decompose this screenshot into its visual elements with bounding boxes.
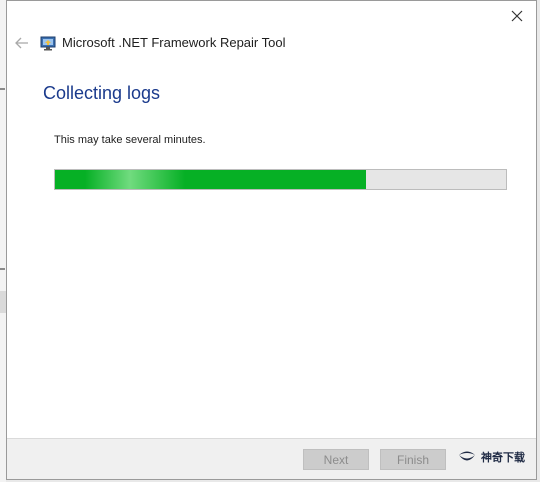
background-mark	[0, 268, 5, 270]
watermark: 神奇下载	[456, 446, 525, 468]
status-text: This may take several minutes.	[54, 134, 206, 146]
repair-tool-window: Microsoft .NET Framework Repair Tool Col…	[6, 0, 537, 480]
close-icon	[511, 10, 523, 22]
progress-bar	[54, 169, 507, 190]
back-button[interactable]	[12, 33, 32, 53]
watermark-text: 神奇下载	[481, 451, 525, 464]
window-title: Microsoft .NET Framework Repair Tool	[62, 35, 286, 50]
net-repair-tool-icon	[40, 36, 56, 51]
close-button[interactable]	[506, 5, 528, 27]
background-mark	[0, 88, 5, 90]
progress-shine	[85, 170, 185, 189]
button-bar: Next Finish 神奇下载	[7, 438, 536, 479]
page-title: Collecting logs	[43, 83, 161, 103]
site-logo	[459, 451, 475, 461]
back-arrow-icon	[15, 37, 28, 49]
finish-button[interactable]: Finish	[380, 449, 446, 470]
next-button[interactable]: Next	[303, 449, 369, 470]
